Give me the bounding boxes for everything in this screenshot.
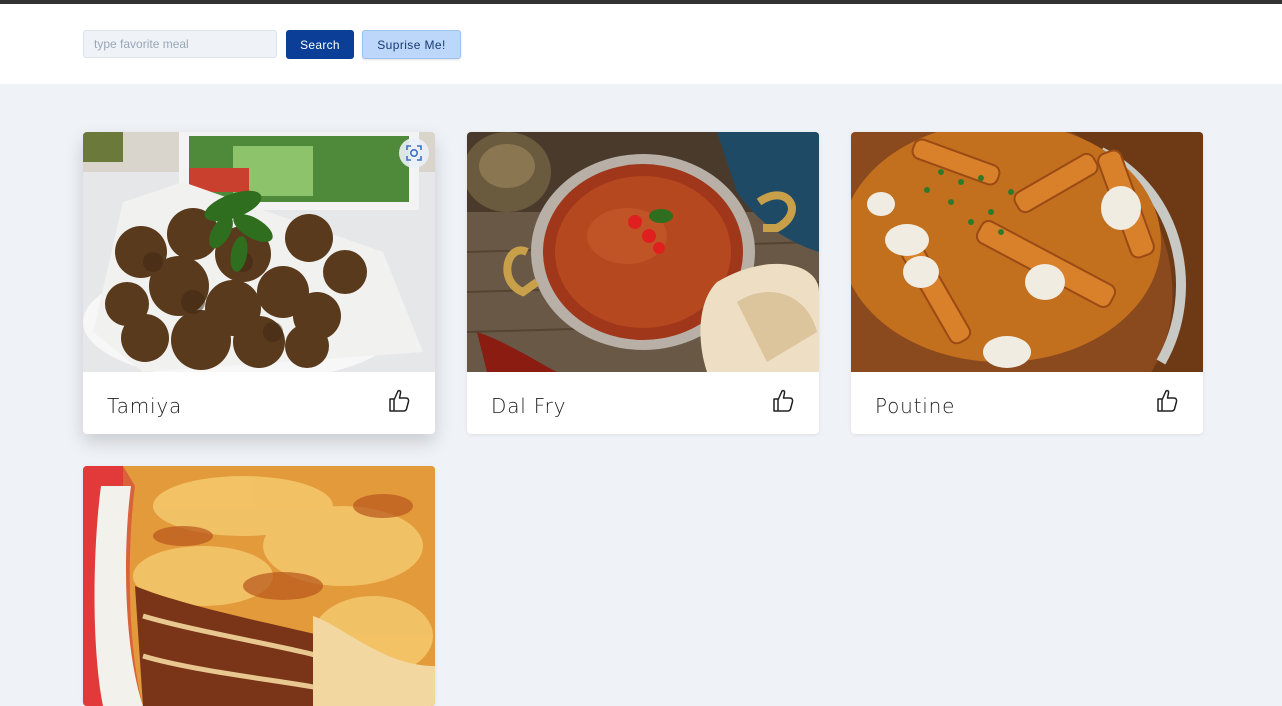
meal-photo-poutine[interactable]: [851, 132, 1203, 372]
meal-title: Dal Fry: [491, 394, 567, 418]
meal-title: Poutine: [875, 394, 956, 418]
thumbs-up-icon[interactable]: [387, 388, 411, 414]
thumbs-up-icon[interactable]: [1155, 388, 1179, 414]
search-input[interactable]: [83, 30, 277, 58]
search-header: Search Suprise Me!: [0, 4, 1282, 84]
meal-card-4[interactable]: [83, 466, 435, 706]
meal-photo-dal-fry[interactable]: [467, 132, 819, 372]
meal-card-poutine[interactable]: Poutine: [851, 132, 1203, 434]
meal-card-tamiya[interactable]: Tamiya: [83, 132, 435, 434]
thumbs-up-icon[interactable]: [771, 388, 795, 414]
meal-photo-tamiya[interactable]: [83, 132, 435, 372]
meal-card-dal-fry[interactable]: Dal Fry: [467, 132, 819, 434]
meal-photo-4[interactable]: [83, 466, 435, 706]
surprise-me-button[interactable]: Suprise Me!: [362, 30, 461, 59]
meal-title: Tamiya: [107, 394, 183, 418]
visual-search-icon[interactable]: [399, 138, 429, 168]
search-button[interactable]: Search: [286, 30, 354, 59]
